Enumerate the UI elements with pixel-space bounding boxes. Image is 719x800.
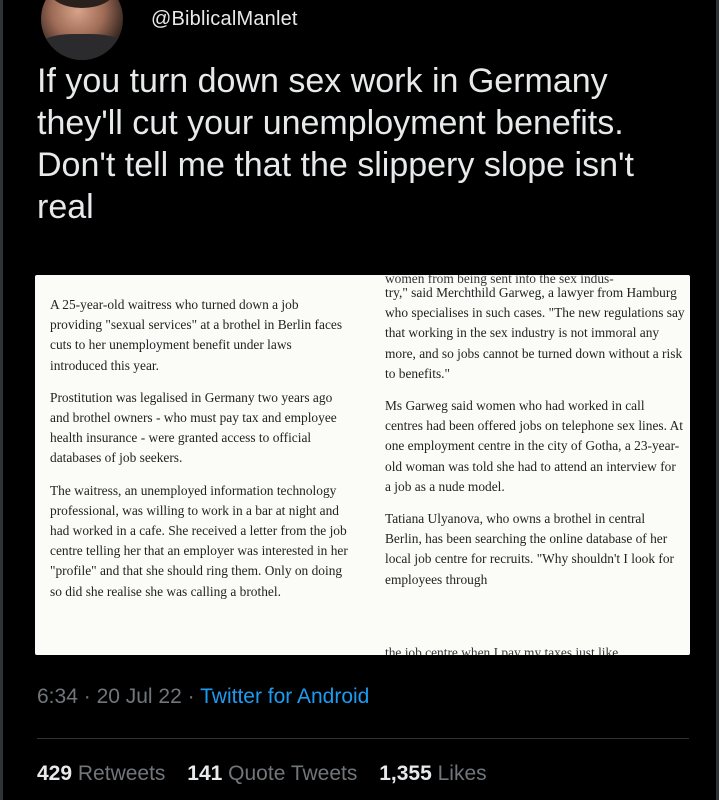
meta-separator: · bbox=[187, 685, 195, 708]
clipping-cut-bottom-line: the job centre when I pay my taxes just … bbox=[385, 645, 619, 655]
meta-separator: · bbox=[83, 685, 91, 708]
likes-stat[interactable]: 1,355 Likes bbox=[379, 762, 486, 785]
tweet-client-link[interactable]: Twitter for Android bbox=[200, 685, 369, 708]
tweet-text: If you turn down sex work in Germany the… bbox=[37, 62, 634, 226]
clipping-paragraph: try," said Merchthild Garweg, a lawyer f… bbox=[385, 285, 685, 381]
clipping-paragraph: Tatiana Ulyanova, who owns a brothel in … bbox=[385, 511, 674, 587]
clipping-paragraph: The waitress, an unemployed information … bbox=[50, 482, 348, 599]
avatar[interactable] bbox=[41, 0, 123, 60]
quote-tweets-stat[interactable]: 141 Quote Tweets bbox=[187, 762, 357, 785]
tweet-meta: 6:34 · 20 Jul 22 · Twitter for Android bbox=[37, 685, 369, 709]
divider bbox=[37, 738, 689, 739]
quote-tweets-label: Quote Tweets bbox=[228, 762, 358, 785]
avatar-hair bbox=[49, 0, 115, 8]
newspaper-clipping-image[interactable]: women from being sent into the sex indus… bbox=[35, 275, 690, 655]
clipping-paragraph: Ms Garweg said women who had worked in c… bbox=[385, 398, 683, 494]
author-handle[interactable]: @BiblicalManlet bbox=[151, 8, 298, 31]
tweet-container: @BiblicalManlet If you turn down sex wor… bbox=[0, 0, 719, 800]
clipping-column-1: A 25-year-old waitress who turned down a… bbox=[50, 295, 350, 614]
clipping-paragraph: Prostitution was legalised in Germany tw… bbox=[50, 389, 337, 466]
likes-label: Likes bbox=[437, 762, 487, 785]
retweets-count: 429 bbox=[37, 762, 73, 785]
likes-count: 1,355 bbox=[379, 762, 432, 785]
tweet-date[interactable]: 20 Jul 22 bbox=[97, 685, 182, 708]
avatar-shirt bbox=[41, 34, 123, 60]
retweets-stat[interactable]: 429 Retweets bbox=[37, 762, 165, 785]
quote-tweets-count: 141 bbox=[187, 762, 223, 785]
clipping-column-2: try," said Merchthild Garweg, a lawyer f… bbox=[385, 283, 685, 602]
tweet-stats: 429 Retweets 141 Quote Tweets 1,355 Like… bbox=[37, 762, 503, 786]
tweet-time[interactable]: 6:34 bbox=[37, 685, 78, 708]
clipping-paragraph: A 25-year-old waitress who turned down a… bbox=[50, 297, 343, 373]
retweets-label: Retweets bbox=[77, 762, 166, 785]
